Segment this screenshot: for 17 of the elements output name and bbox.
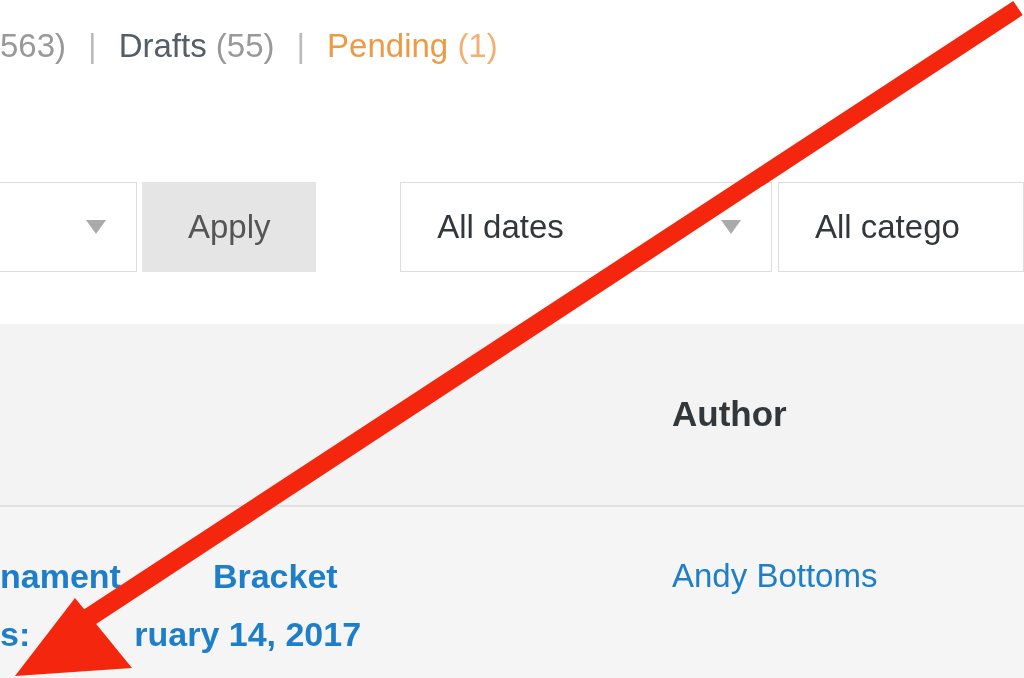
caret-icon	[720, 220, 741, 234]
status-link[interactable]: Pending (1)	[327, 21, 498, 71]
apply-button[interactable]: Apply	[142, 182, 317, 272]
bulk-action-dropdown[interactable]	[0, 182, 138, 272]
post-title-link[interactable]: Bracket	[212, 547, 338, 605]
column-header[interactable]: Author	[672, 388, 787, 441]
post-title-link[interactable]: s:	[0, 605, 31, 663]
status-link[interactable]: Drafts (55)	[118, 21, 275, 71]
category-filter-dropdown[interactable]: All catego	[777, 182, 1024, 272]
status-link[interactable]: 563)	[0, 21, 67, 71]
separator: |	[88, 26, 97, 67]
post-title-link[interactable]: nament	[0, 547, 121, 605]
author-link[interactable]: Andy Bottoms	[672, 547, 878, 663]
post-title-link[interactable]: ruary 14, 2017	[134, 605, 362, 663]
caret-icon	[86, 220, 107, 234]
date-filter-dropdown[interactable]: All dates	[400, 182, 772, 272]
separator: |	[296, 26, 306, 67]
